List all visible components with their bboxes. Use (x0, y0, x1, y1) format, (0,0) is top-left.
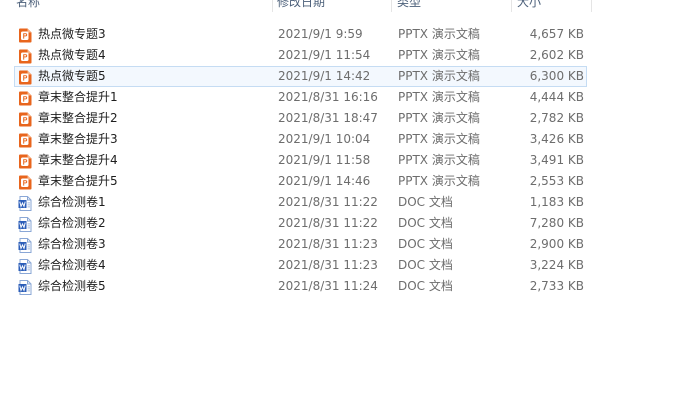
file-modified-date: 2021/8/31 16:16 (278, 90, 378, 104)
file-row[interactable]: 综合检测卷1 2021/8/31 11:22 DOC 文档 1,183 KB (14, 192, 587, 213)
file-row[interactable]: 章末整合提升3 2021/9/1 10:04 PPTX 演示文稿 3,426 KB (14, 129, 587, 150)
file-modified-date: 2021/8/31 11:24 (278, 279, 378, 293)
file-name: 章末整合提升1 (38, 90, 118, 104)
file-name: 热点微专题4 (38, 48, 106, 62)
file-row[interactable]: 综合检测卷4 2021/8/31 11:23 DOC 文档 3,224 KB (14, 255, 587, 276)
file-size: 2,733 KB (529, 279, 584, 293)
powerpoint-icon (18, 70, 32, 85)
file-row[interactable]: 热点微专题5 2021/9/1 14:42 PPTX 演示文稿 6,300 KB (14, 66, 587, 87)
file-row[interactable]: 综合检测卷5 2021/8/31 11:24 DOC 文档 2,733 KB (14, 276, 587, 297)
file-size: 2,900 KB (529, 237, 584, 251)
powerpoint-icon (18, 28, 32, 43)
file-type: PPTX 演示文稿 (398, 27, 480, 41)
column-header-type[interactable]: 类型 (397, 0, 421, 12)
word-icon (18, 238, 32, 253)
file-size: 4,657 KB (529, 27, 584, 41)
file-row[interactable]: 章末整合提升2 2021/8/31 18:47 PPTX 演示文稿 2,782 KB (14, 108, 587, 129)
file-type: DOC 文档 (398, 195, 453, 209)
file-size: 6,300 KB (529, 69, 584, 83)
file-row[interactable]: 热点微专题3 2021/9/1 9:59 PPTX 演示文稿 4,657 KB (14, 24, 587, 45)
file-modified-date: 2021/8/31 18:47 (278, 111, 378, 125)
file-modified-date: 2021/8/31 11:23 (278, 237, 378, 251)
file-type: DOC 文档 (398, 216, 453, 230)
file-modified-date: 2021/8/31 11:22 (278, 195, 378, 209)
file-row[interactable]: 热点微专题4 2021/9/1 11:54 PPTX 演示文稿 2,602 KB (14, 45, 587, 66)
file-modified-date: 2021/9/1 10:04 (278, 132, 371, 146)
file-size: 4,444 KB (529, 90, 584, 104)
powerpoint-icon (18, 154, 32, 169)
file-modified-date: 2021/8/31 11:23 (278, 258, 378, 272)
column-header-name[interactable]: 名称 (16, 0, 40, 12)
file-modified-date: 2021/8/31 11:22 (278, 216, 378, 230)
file-modified-date: 2021/9/1 11:58 (278, 153, 371, 167)
file-name: 综合检测卷1 (38, 195, 106, 209)
column-divider[interactable] (511, 0, 512, 12)
file-row[interactable]: 章末整合提升4 2021/9/1 11:58 PPTX 演示文稿 3,491 KB (14, 150, 587, 171)
file-size: 2,553 KB (529, 174, 584, 188)
powerpoint-icon (18, 133, 32, 148)
file-explorer-details-view: 名称 修改日期 类型 大小 热点微专题3 2021/9/1 9:59 PPTX 演示… (0, 0, 684, 414)
powerpoint-icon (18, 175, 32, 190)
file-name: 热点微专题3 (38, 27, 106, 41)
file-name: 综合检测卷4 (38, 258, 106, 272)
file-type: PPTX 演示文稿 (398, 69, 480, 83)
file-type: DOC 文档 (398, 258, 453, 272)
file-size: 2,602 KB (529, 48, 584, 62)
file-size: 3,491 KB (529, 153, 584, 167)
file-type: PPTX 演示文稿 (398, 132, 480, 146)
word-icon (18, 217, 32, 232)
column-divider[interactable] (391, 0, 392, 12)
file-name: 综合检测卷5 (38, 279, 106, 293)
file-type: PPTX 演示文稿 (398, 174, 480, 188)
word-icon (18, 280, 32, 295)
column-header-date[interactable]: 修改日期 (277, 0, 325, 12)
column-header-size[interactable]: 大小 (517, 0, 541, 12)
file-size: 3,224 KB (529, 258, 584, 272)
file-name: 热点微专题5 (38, 69, 106, 83)
column-header: 名称 修改日期 类型 大小 (0, 0, 684, 12)
file-row[interactable]: 综合检测卷2 2021/8/31 11:22 DOC 文档 7,280 KB (14, 213, 587, 234)
file-modified-date: 2021/9/1 9:59 (278, 27, 363, 41)
file-size: 7,280 KB (529, 216, 584, 230)
file-size: 3,426 KB (529, 132, 584, 146)
powerpoint-icon (18, 49, 32, 64)
file-type: DOC 文档 (398, 279, 453, 293)
column-divider[interactable] (591, 0, 592, 12)
file-type: PPTX 演示文稿 (398, 90, 480, 104)
file-name: 章末整合提升3 (38, 132, 118, 146)
file-size: 1,183 KB (529, 195, 584, 209)
column-divider[interactable] (272, 0, 273, 12)
file-type: PPTX 演示文稿 (398, 153, 480, 167)
file-type: DOC 文档 (398, 237, 453, 251)
word-icon (18, 196, 32, 211)
file-name: 章末整合提升2 (38, 111, 118, 125)
file-name: 章末整合提升5 (38, 174, 118, 188)
file-row[interactable]: 章末整合提升1 2021/8/31 16:16 PPTX 演示文稿 4,444 KB (14, 87, 587, 108)
file-modified-date: 2021/9/1 14:42 (278, 69, 371, 83)
powerpoint-icon (18, 112, 32, 127)
powerpoint-icon (18, 91, 32, 106)
file-modified-date: 2021/9/1 14:46 (278, 174, 371, 188)
file-row[interactable]: 章末整合提升5 2021/9/1 14:46 PPTX 演示文稿 2,553 KB (14, 171, 587, 192)
file-name: 章末整合提升4 (38, 153, 118, 167)
word-icon (18, 259, 32, 274)
file-modified-date: 2021/9/1 11:54 (278, 48, 371, 62)
file-type: PPTX 演示文稿 (398, 48, 480, 62)
file-name: 综合检测卷3 (38, 237, 106, 251)
file-size: 2,782 KB (529, 111, 584, 125)
file-name: 综合检测卷2 (38, 216, 106, 230)
file-row[interactable]: 综合检测卷3 2021/8/31 11:23 DOC 文档 2,900 KB (14, 234, 587, 255)
file-type: PPTX 演示文稿 (398, 111, 480, 125)
